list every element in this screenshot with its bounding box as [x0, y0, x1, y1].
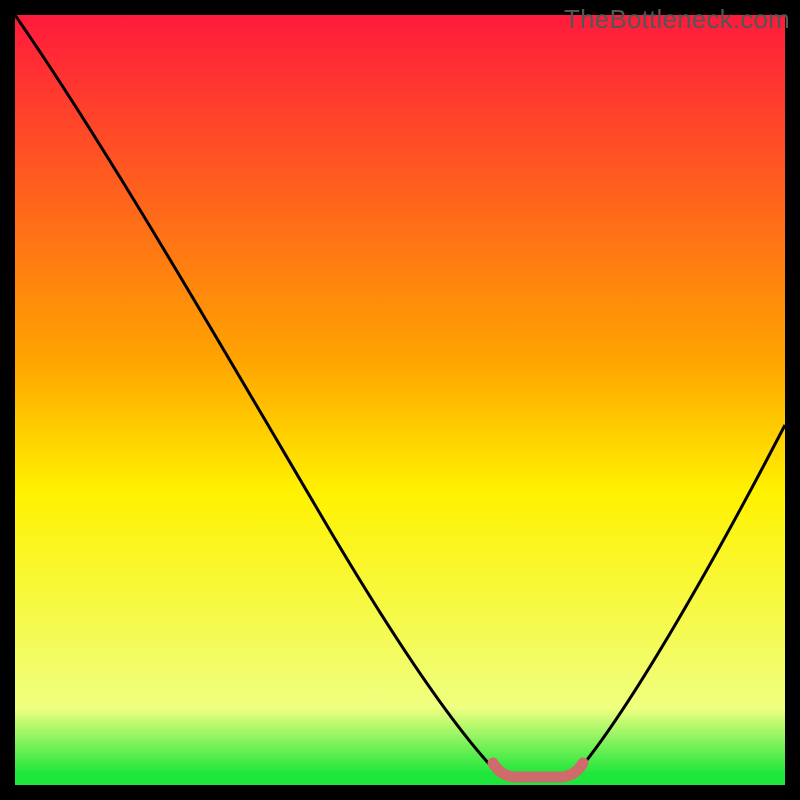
- curve-path: [15, 15, 785, 780]
- watermark-text: TheBottleneck.com: [564, 4, 790, 35]
- plot-area: [15, 15, 785, 785]
- chart-frame: TheBottleneck.com: [0, 0, 800, 800]
- optimal-marker: [493, 763, 583, 777]
- bottleneck-curve: [15, 15, 785, 785]
